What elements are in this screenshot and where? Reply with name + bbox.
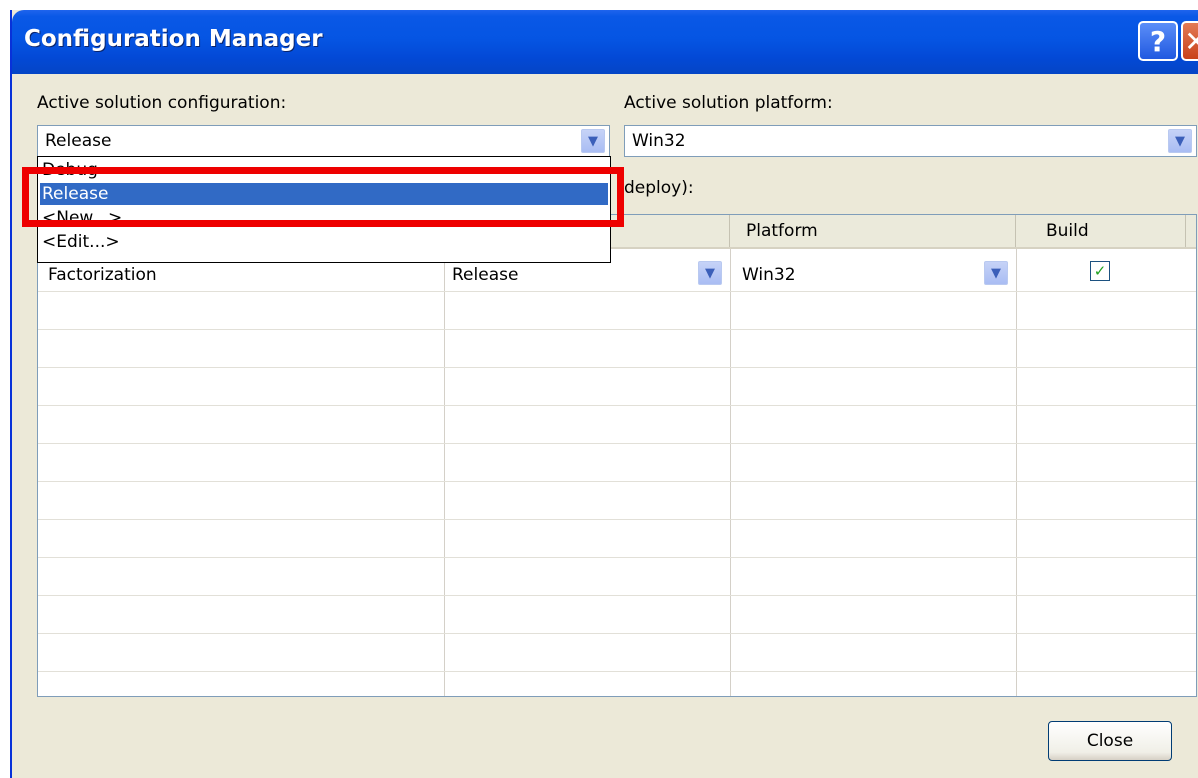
active-platform-label: Active solution platform: [624, 93, 833, 113]
project-configuration-cell[interactable]: Release [452, 265, 518, 285]
close-button-label: Close [1086, 731, 1134, 751]
active-configuration-select[interactable]: Release ▼ [37, 125, 610, 157]
row-divider [38, 481, 1196, 482]
project-name-cell: Factorization [48, 265, 157, 285]
close-icon[interactable]: ✕ [1181, 21, 1198, 61]
row-divider [38, 367, 1196, 368]
active-configuration-value: Release [45, 131, 112, 151]
chevron-down-icon[interactable]: ▼ [698, 261, 722, 285]
active-platform-value: Win32 [632, 131, 686, 151]
row-divider [38, 595, 1196, 596]
row-divider [38, 519, 1196, 520]
red-highlight-box [22, 167, 624, 227]
active-platform-select[interactable]: Win32 ▼ [624, 125, 1197, 157]
build-header-label: Build [1046, 221, 1089, 241]
chevron-down-icon[interactable]: ▼ [984, 261, 1008, 285]
column-header-platform[interactable]: Platform [730, 215, 1016, 247]
close-glyph: ✕ [1184, 24, 1198, 58]
window-title: Configuration Manager [24, 26, 323, 52]
configuration-manager-dialog: Configuration Manager ? ✕ Active solutio… [10, 10, 1198, 778]
close-button[interactable]: Close [1048, 721, 1172, 761]
column-divider [1016, 249, 1017, 696]
row-divider [38, 671, 1196, 672]
column-divider [444, 249, 445, 696]
build-checkbox[interactable]: ✓ [1090, 261, 1110, 281]
help-icon[interactable]: ? [1138, 21, 1178, 61]
project-contexts-label: deploy): [624, 178, 694, 198]
dropdown-option-edit[interactable]: <Edit...> [40, 231, 608, 253]
platform-header-label: Platform [746, 221, 818, 241]
chevron-down-icon[interactable]: ▼ [1168, 129, 1192, 153]
row-divider [38, 329, 1196, 330]
project-platform-cell[interactable]: Win32 [742, 265, 796, 285]
chevron-down-icon[interactable]: ▼ [581, 129, 605, 153]
project-contexts-grid: Platform Build Factorization Release ▼ W… [37, 214, 1197, 697]
row-divider [38, 443, 1196, 444]
row-divider [38, 291, 1196, 292]
column-divider [730, 249, 731, 696]
row-divider [38, 557, 1196, 558]
help-glyph: ? [1149, 24, 1167, 58]
title-bar: Configuration Manager ? ✕ [12, 10, 1198, 74]
row-divider [38, 405, 1196, 406]
row-divider [38, 633, 1196, 634]
column-header-build[interactable]: Build [1016, 215, 1186, 247]
check-icon: ✓ [1093, 262, 1107, 280]
active-configuration-label: Active solution configuration: [37, 93, 287, 113]
